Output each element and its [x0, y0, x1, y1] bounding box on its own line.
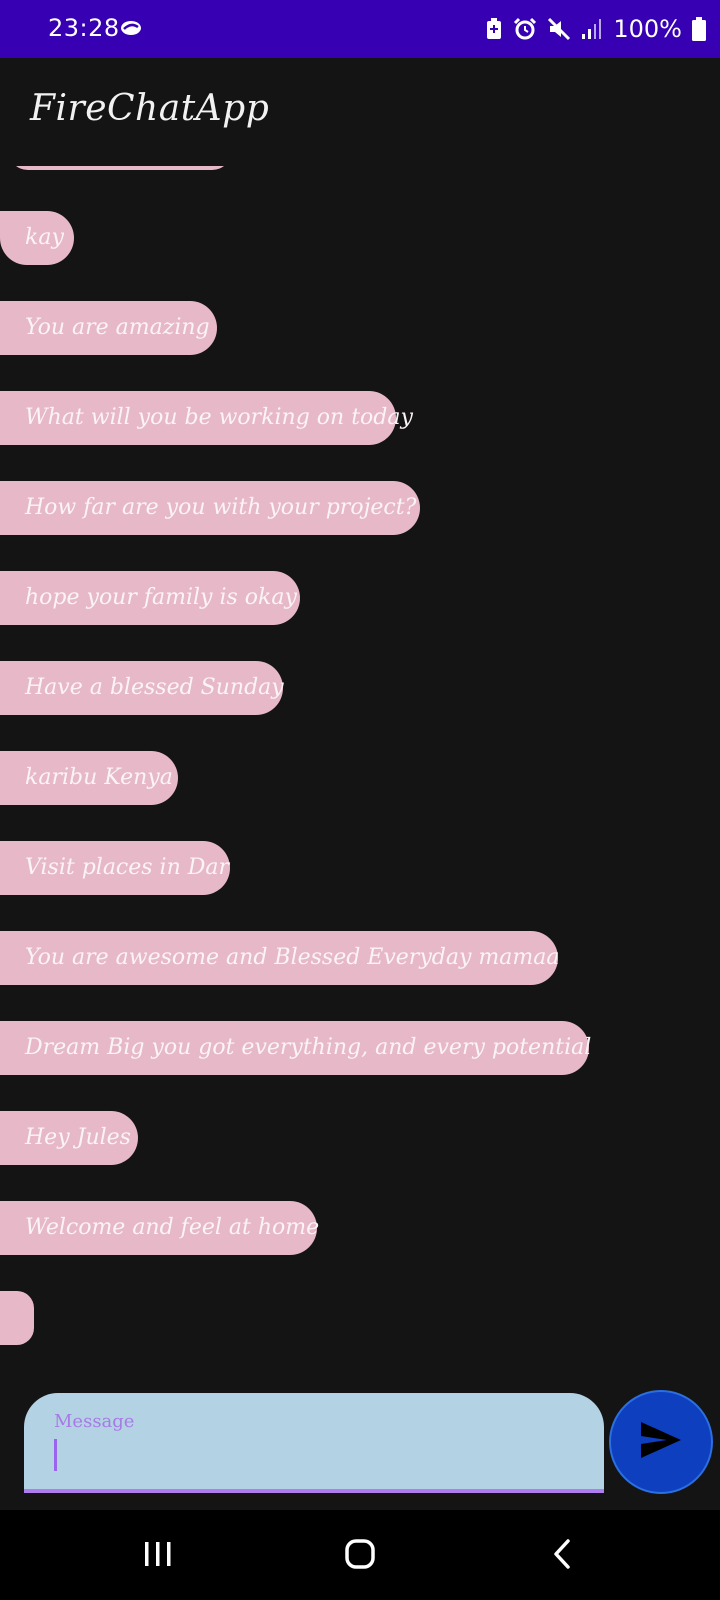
- home-button[interactable]: [330, 1532, 390, 1580]
- message-input-label: Message: [54, 1411, 135, 1432]
- back-button[interactable]: [532, 1532, 592, 1580]
- message-input[interactable]: Message: [24, 1393, 604, 1493]
- message-bubble: hope your family is okay: [0, 571, 300, 625]
- battery-percentage: 100%: [613, 15, 682, 43]
- message-bubble: You are amazing: [0, 301, 217, 355]
- message-bubble-partial: [8, 166, 232, 170]
- recents-button[interactable]: [128, 1532, 188, 1580]
- message-bubble: kay: [0, 211, 74, 265]
- back-icon: [550, 1538, 574, 1575]
- cloud-sync-icon: [120, 18, 142, 38]
- alarm-icon: [513, 17, 537, 41]
- navigation-bar: [0, 1510, 720, 1600]
- recents-icon: [143, 1540, 173, 1573]
- message-bubble: What will you be working on today: [0, 391, 413, 445]
- message-bubble: Visit places in Dar: [0, 841, 230, 895]
- message-bubble: Dream Big you got everything, and every …: [0, 1021, 591, 1075]
- home-icon: [344, 1538, 376, 1575]
- status-bar: 23:28 100%: [0, 0, 720, 58]
- message-bubble: Welcome and feel at home: [0, 1201, 319, 1255]
- text-cursor: [54, 1439, 57, 1471]
- message-list[interactable]: kay You are amazing What will you be wor…: [0, 166, 720, 1380]
- message-bubble-empty: [0, 1291, 34, 1345]
- battery-icon: [692, 17, 706, 41]
- mute-icon: [547, 17, 571, 41]
- message-input-underline: [24, 1489, 604, 1493]
- signal-icon: [581, 18, 603, 40]
- message-bubble: How far are you with your project?: [0, 481, 420, 535]
- app-bar: FireChatApp: [0, 58, 720, 166]
- send-icon: [639, 1420, 683, 1465]
- status-time: 23:28: [48, 14, 120, 42]
- status-icons: 100%: [485, 14, 706, 44]
- message-bubble: You are awesome and Blessed Everyday mam…: [0, 931, 559, 985]
- send-button[interactable]: [609, 1390, 713, 1494]
- message-bubble: karibu Kenya: [0, 751, 178, 805]
- app-title: FireChatApp: [30, 88, 270, 129]
- message-bubble: Hey Jules: [0, 1111, 138, 1165]
- message-bubble: Have a blessed Sunday: [0, 661, 284, 715]
- battery-saver-icon: [485, 18, 503, 40]
